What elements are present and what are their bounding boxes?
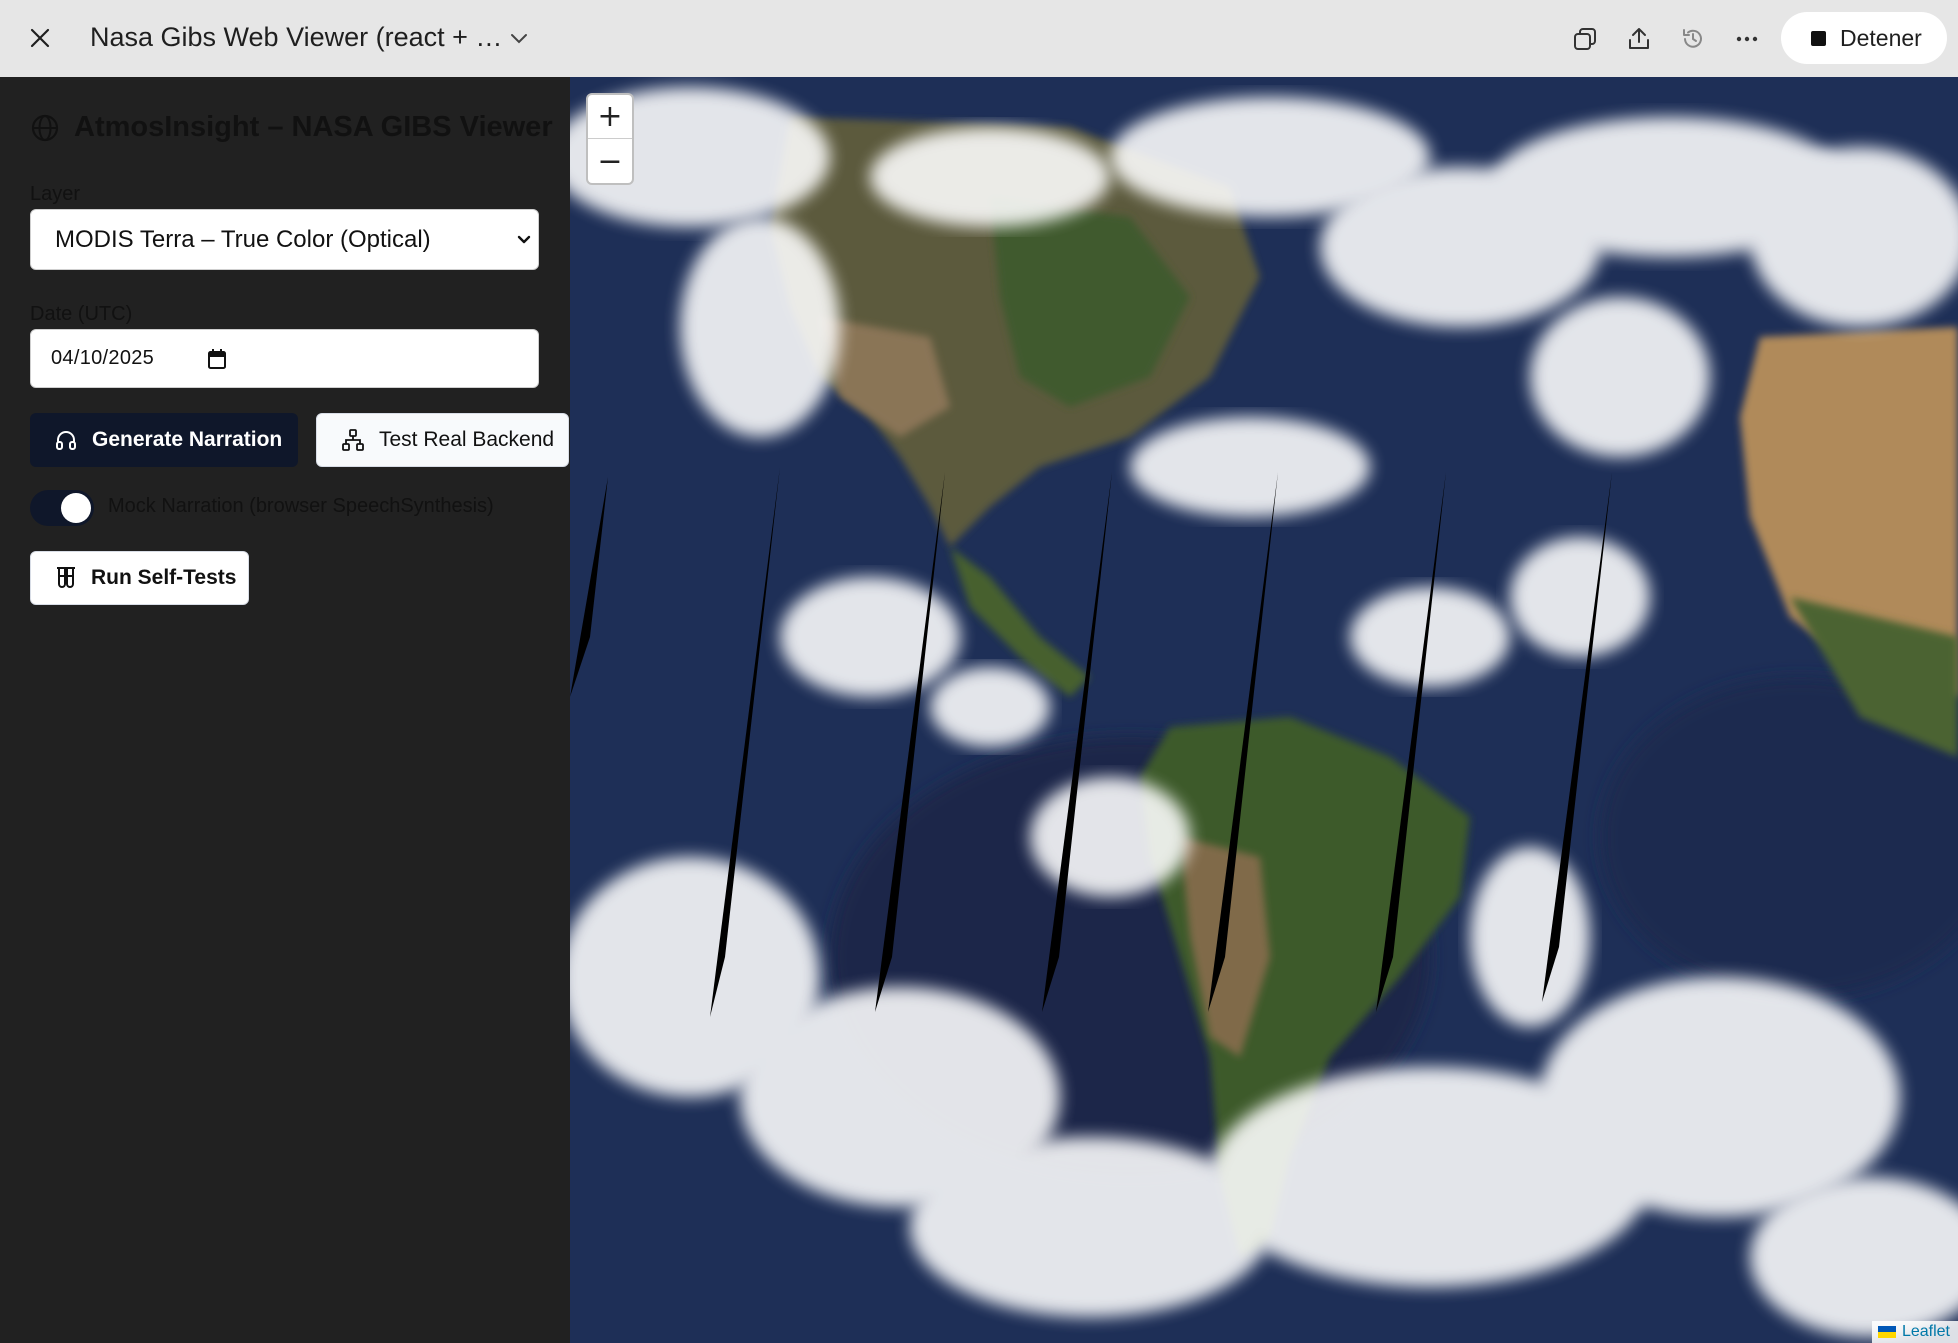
- generate-narration-label: Generate Narration: [92, 428, 283, 451]
- layer-select-value: MODIS Terra – True Color (Optical): [55, 225, 431, 253]
- app-heading: AtmosInsight – NASA GIBS Viewer: [30, 111, 553, 144]
- toggle-knob: [61, 493, 91, 523]
- date-input[interactable]: 04/10/2025: [30, 329, 539, 388]
- share-button[interactable]: [1620, 20, 1658, 58]
- zoom-in-button[interactable]: +: [588, 95, 632, 139]
- chevron-down-icon: [517, 235, 531, 244]
- stop-button[interactable]: Detener: [1781, 12, 1947, 64]
- network-icon: [342, 429, 364, 451]
- chevron-down-icon: [511, 34, 527, 44]
- satellite-map[interactable]: + − Leaflet: [570, 77, 1958, 1343]
- stop-button-label: Detener: [1840, 24, 1922, 51]
- attribution-link[interactable]: Leaflet: [1902, 1323, 1950, 1341]
- date-label: Date (UTC): [30, 303, 133, 325]
- app-title-bar: Nasa Gibs Web Viewer (react + … Detener: [0, 0, 1958, 77]
- map-attribution[interactable]: Leaflet: [1871, 1321, 1958, 1343]
- run-self-tests-button[interactable]: Run Self-Tests: [30, 551, 249, 605]
- date-input-value: 04/10/2025: [51, 347, 155, 369]
- calendar-icon[interactable]: [207, 348, 227, 370]
- more-icon: [1736, 36, 1758, 42]
- window-title: Nasa Gibs Web Viewer (react + …: [90, 22, 503, 52]
- zoom-out-button[interactable]: −: [588, 139, 632, 183]
- headphones-icon: [56, 431, 76, 450]
- page-title: AtmosInsight – NASA GIBS Viewer: [74, 111, 553, 143]
- share-icon: [1629, 28, 1649, 49]
- control-sidebar: AtmosInsight – NASA GIBS Viewer Layer MO…: [0, 77, 570, 1343]
- history-button[interactable]: [1674, 20, 1712, 58]
- globe-icon: [31, 114, 59, 141]
- mock-narration-label: Mock Narration (browser SpeechSynthesis): [108, 495, 494, 517]
- copy-button[interactable]: [1566, 20, 1604, 58]
- satellite-imagery: [570, 77, 1958, 1343]
- layer-select[interactable]: MODIS Terra – True Color (Optical): [30, 209, 539, 270]
- close-button[interactable]: [22, 20, 58, 56]
- history-icon: [1683, 29, 1702, 48]
- stop-icon: [1811, 30, 1826, 46]
- run-self-tests-label: Run Self-Tests: [91, 566, 237, 589]
- test-tubes-icon: [57, 567, 75, 588]
- layer-label: Layer: [30, 183, 81, 205]
- title-dropdown-button[interactable]: [502, 24, 536, 54]
- copy-icon: [1574, 28, 1596, 50]
- generate-narration-button[interactable]: Generate Narration: [30, 413, 298, 467]
- close-icon: [30, 28, 50, 48]
- test-real-backend-label: Test Real Backend: [379, 428, 555, 451]
- zoom-control: + −: [586, 93, 634, 185]
- mock-narration-toggle[interactable]: [30, 490, 94, 526]
- ukraine-flag-icon: [1877, 1326, 1896, 1338]
- test-real-backend-button[interactable]: Test Real Backend: [316, 413, 569, 467]
- more-button[interactable]: [1728, 20, 1766, 58]
